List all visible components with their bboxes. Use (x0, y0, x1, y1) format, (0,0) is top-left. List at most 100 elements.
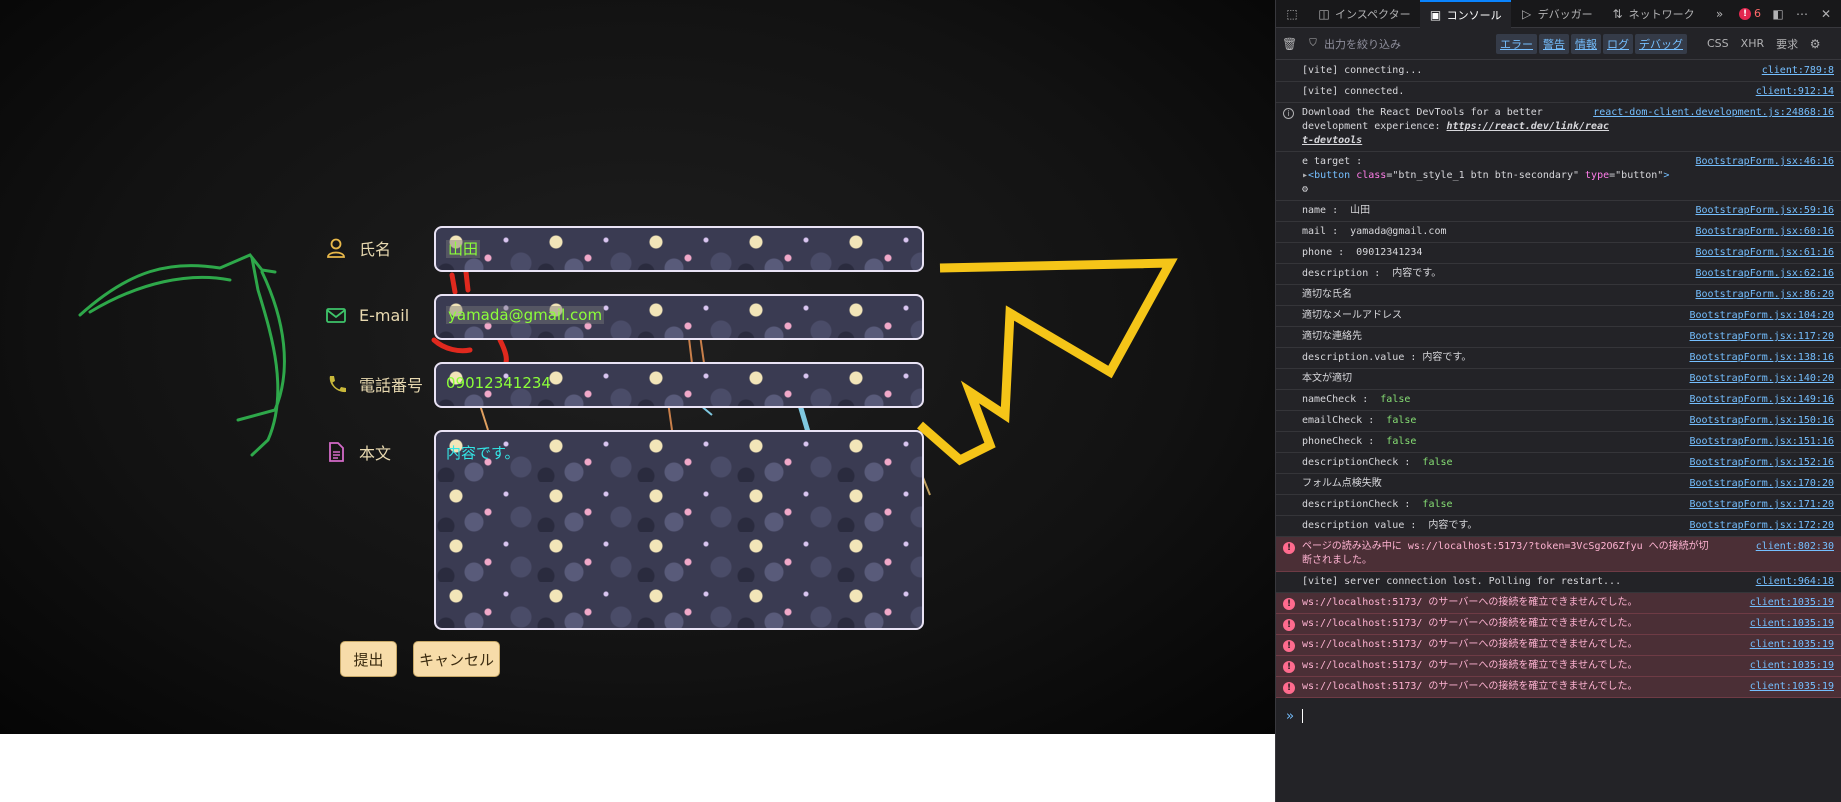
console-input[interactable]: » (1276, 702, 1841, 730)
tab-network-label: ネットワーク (1628, 7, 1695, 21)
more-options-icon[interactable]: ⋯ (1795, 7, 1809, 21)
console-filter-input[interactable]: ⛉ 出力を絞り込み (1306, 36, 1496, 52)
log-source-link[interactable]: BootstrapForm.jsx:46:16 (1696, 155, 1834, 169)
log-message: 本文が適切 (1302, 373, 1352, 384)
filter-icon: ⛉ (1309, 37, 1317, 49)
more-tabs-button[interactable]: » (1704, 0, 1736, 28)
tab-console[interactable]: ▣ コンソール (1419, 0, 1511, 28)
log-message: ws://localhost:5173/ のサーバーへの接続を確立できませんでし… (1302, 660, 1638, 671)
log-source-link[interactable]: BootstrapForm.jsx:152:16 (1690, 456, 1835, 470)
log-source-link[interactable]: client:964:18 (1756, 575, 1834, 589)
console-log-row: 本文が適切 BootstrapForm.jsx:140:20 (1276, 369, 1841, 390)
log-message: emailCheck : (1302, 415, 1387, 426)
tag-close: > (1663, 170, 1670, 181)
log-source-link[interactable]: BootstrapForm.jsx:150:16 (1690, 414, 1835, 428)
log-source-link[interactable]: BootstrapForm.jsx:117:20 (1690, 330, 1835, 344)
inspector-icon: ◫ (1318, 6, 1330, 21)
page-blank-area (0, 734, 1275, 802)
log-source-link[interactable]: BootstrapForm.jsx:140:20 (1690, 372, 1835, 386)
console-log-row: descriptionCheck : false BootstrapForm.js… (1276, 495, 1841, 516)
log-source-link[interactable]: client:802:30 (1756, 540, 1834, 554)
tab-network[interactable]: ⇅ ネットワーク (1602, 0, 1704, 28)
name-input[interactable]: 山田 (434, 226, 924, 272)
log-source-link[interactable]: BootstrapForm.jsx:151:16 (1690, 435, 1835, 449)
console-log-row: emailCheck : false BootstrapForm.jsx:150:… (1276, 411, 1841, 432)
network-icon: ⇅ (1612, 6, 1623, 21)
name-label-group: 氏名 (325, 236, 391, 260)
prompt-chevron-icon: » (1286, 708, 1294, 724)
gear-icon[interactable]: ⚙ (1808, 37, 1822, 51)
person-icon (327, 238, 345, 258)
log-element-preview[interactable]: ▸<button class="btn_style_1 btn btn-seco… (1302, 170, 1669, 181)
close-icon[interactable]: ✕ (1819, 7, 1833, 21)
log-link[interactable]: https://react.dev/link/reac (1447, 121, 1610, 132)
console-log: [vite] connecting... client:789:8 [vite] c… (1276, 61, 1841, 698)
log-source-link[interactable]: client:1035:19 (1750, 638, 1834, 652)
filter-xhr[interactable]: XHR (1735, 35, 1770, 52)
description-textarea[interactable]: 内容です。 (434, 430, 924, 630)
log-source-link[interactable]: BootstrapForm.jsx:60:16 (1696, 225, 1834, 239)
log-message: [vite] connected. (1302, 86, 1405, 97)
level-log[interactable]: ログ (1603, 33, 1633, 54)
level-warning[interactable]: 警告 (1539, 33, 1569, 54)
log-message: description value : 内容です。 (1302, 520, 1478, 531)
error-count-badge[interactable]: ! 6 (1739, 7, 1761, 20)
console-filter-bar: 🗑 ⛉ 出力を絞り込み エラー 警告 情報 ログ デバッグ CSS XHR 要求 … (1276, 28, 1841, 60)
trash-icon[interactable]: 🗑 (1282, 37, 1297, 51)
page-viewport: 氏名 E-mail 電話番号 本文 山田 yamada@gmail.com 09… (0, 0, 1275, 734)
element-picker-button[interactable]: ⬚ (1276, 0, 1308, 28)
log-source-link[interactable]: BootstrapForm.jsx:149:16 (1690, 393, 1835, 407)
email-input[interactable]: yamada@gmail.com (434, 294, 924, 340)
description-label-group: 本文 (325, 440, 391, 464)
log-message: フォルム点検失敗 (1302, 478, 1382, 489)
log-source-link[interactable]: BootstrapForm.jsx:172:20 (1690, 519, 1835, 533)
console-log-row: フォルム点検失敗 BootstrapForm.jsx:170:20 (1276, 474, 1841, 495)
level-error[interactable]: エラー (1496, 33, 1537, 54)
log-message: e target : (1302, 156, 1363, 167)
error-count: 6 (1754, 7, 1761, 20)
cancel-button[interactable]: キャンセル (413, 641, 500, 677)
log-boolean: false (1386, 415, 1417, 426)
level-debug[interactable]: デバッグ (1635, 33, 1687, 54)
phone-label-group: 電話番号 (325, 372, 423, 396)
log-source-link[interactable]: react-dom-client.development.js:24868:16 (1593, 106, 1834, 120)
log-message: [vite] connecting... (1302, 65, 1423, 76)
log-message: descriptionCheck : (1302, 499, 1423, 510)
log-source-link[interactable]: BootstrapForm.jsx:62:16 (1696, 267, 1834, 281)
filter-css[interactable]: CSS (1701, 35, 1735, 52)
log-boolean: false (1422, 457, 1453, 468)
log-source-link[interactable]: client:789:8 (1762, 64, 1834, 78)
log-source-link[interactable]: client:912:14 (1756, 85, 1834, 99)
log-source-link[interactable]: BootstrapForm.jsx:171:20 (1690, 498, 1835, 512)
log-message: ws://localhost:5173/ のサーバーへの接続を確立できませんでし… (1302, 618, 1638, 629)
log-source-link[interactable]: BootstrapForm.jsx:61:16 (1696, 246, 1834, 260)
phone-input[interactable]: 09012341234 (434, 362, 924, 408)
log-source-link[interactable]: BootstrapForm.jsx:59:16 (1696, 204, 1834, 218)
console-log-row: nameCheck : false BootstrapForm.jsx:149:1… (1276, 390, 1841, 411)
log-source-link[interactable]: client:1035:19 (1750, 596, 1834, 610)
level-info[interactable]: 情報 (1571, 33, 1601, 54)
tab-debugger[interactable]: ▷ デバッガー (1511, 0, 1602, 28)
console-log-row: 適切な連絡先 BootstrapForm.jsx:117:20 (1276, 327, 1841, 348)
devtools-panel: ⬚ ◫ インスペクター ▣ コンソール ▷ デバッガー ⇅ ネットワーク » ! 6 ◧ … (1275, 0, 1841, 802)
submit-button[interactable]: 提出 (340, 641, 397, 677)
log-level-buttons: エラー 警告 情報 ログ デバッグ (1496, 33, 1687, 54)
log-source-link[interactable]: BootstrapForm.jsx:170:20 (1690, 477, 1835, 491)
log-link-continued[interactable]: t-devtools (1302, 135, 1362, 146)
log-source-link[interactable]: BootstrapForm.jsx:104:20 (1690, 309, 1835, 323)
log-source-link[interactable]: BootstrapForm.jsx:86:20 (1696, 288, 1834, 302)
node-target-icon[interactable]: ⚙ (1302, 184, 1308, 195)
error-icon: ! (1739, 7, 1751, 20)
filter-requests[interactable]: 要求 (1770, 34, 1804, 54)
log-message: description.value : 内容です。 (1302, 352, 1472, 363)
console-icon: ▣ (1429, 7, 1442, 22)
log-source-link[interactable]: client:1035:19 (1750, 617, 1834, 631)
log-source-link[interactable]: client:1035:19 (1750, 680, 1834, 694)
dock-icon[interactable]: ◧ (1771, 7, 1785, 21)
log-source-link[interactable]: client:1035:19 (1750, 659, 1834, 673)
log-source-link[interactable]: BootstrapForm.jsx:138:16 (1690, 351, 1835, 365)
picker-icon: ⬚ (1286, 6, 1298, 21)
tab-inspector[interactable]: ◫ インスペクター (1308, 0, 1420, 28)
phone-label: 電話番号 (359, 376, 424, 395)
info-icon: i (1283, 108, 1294, 119)
